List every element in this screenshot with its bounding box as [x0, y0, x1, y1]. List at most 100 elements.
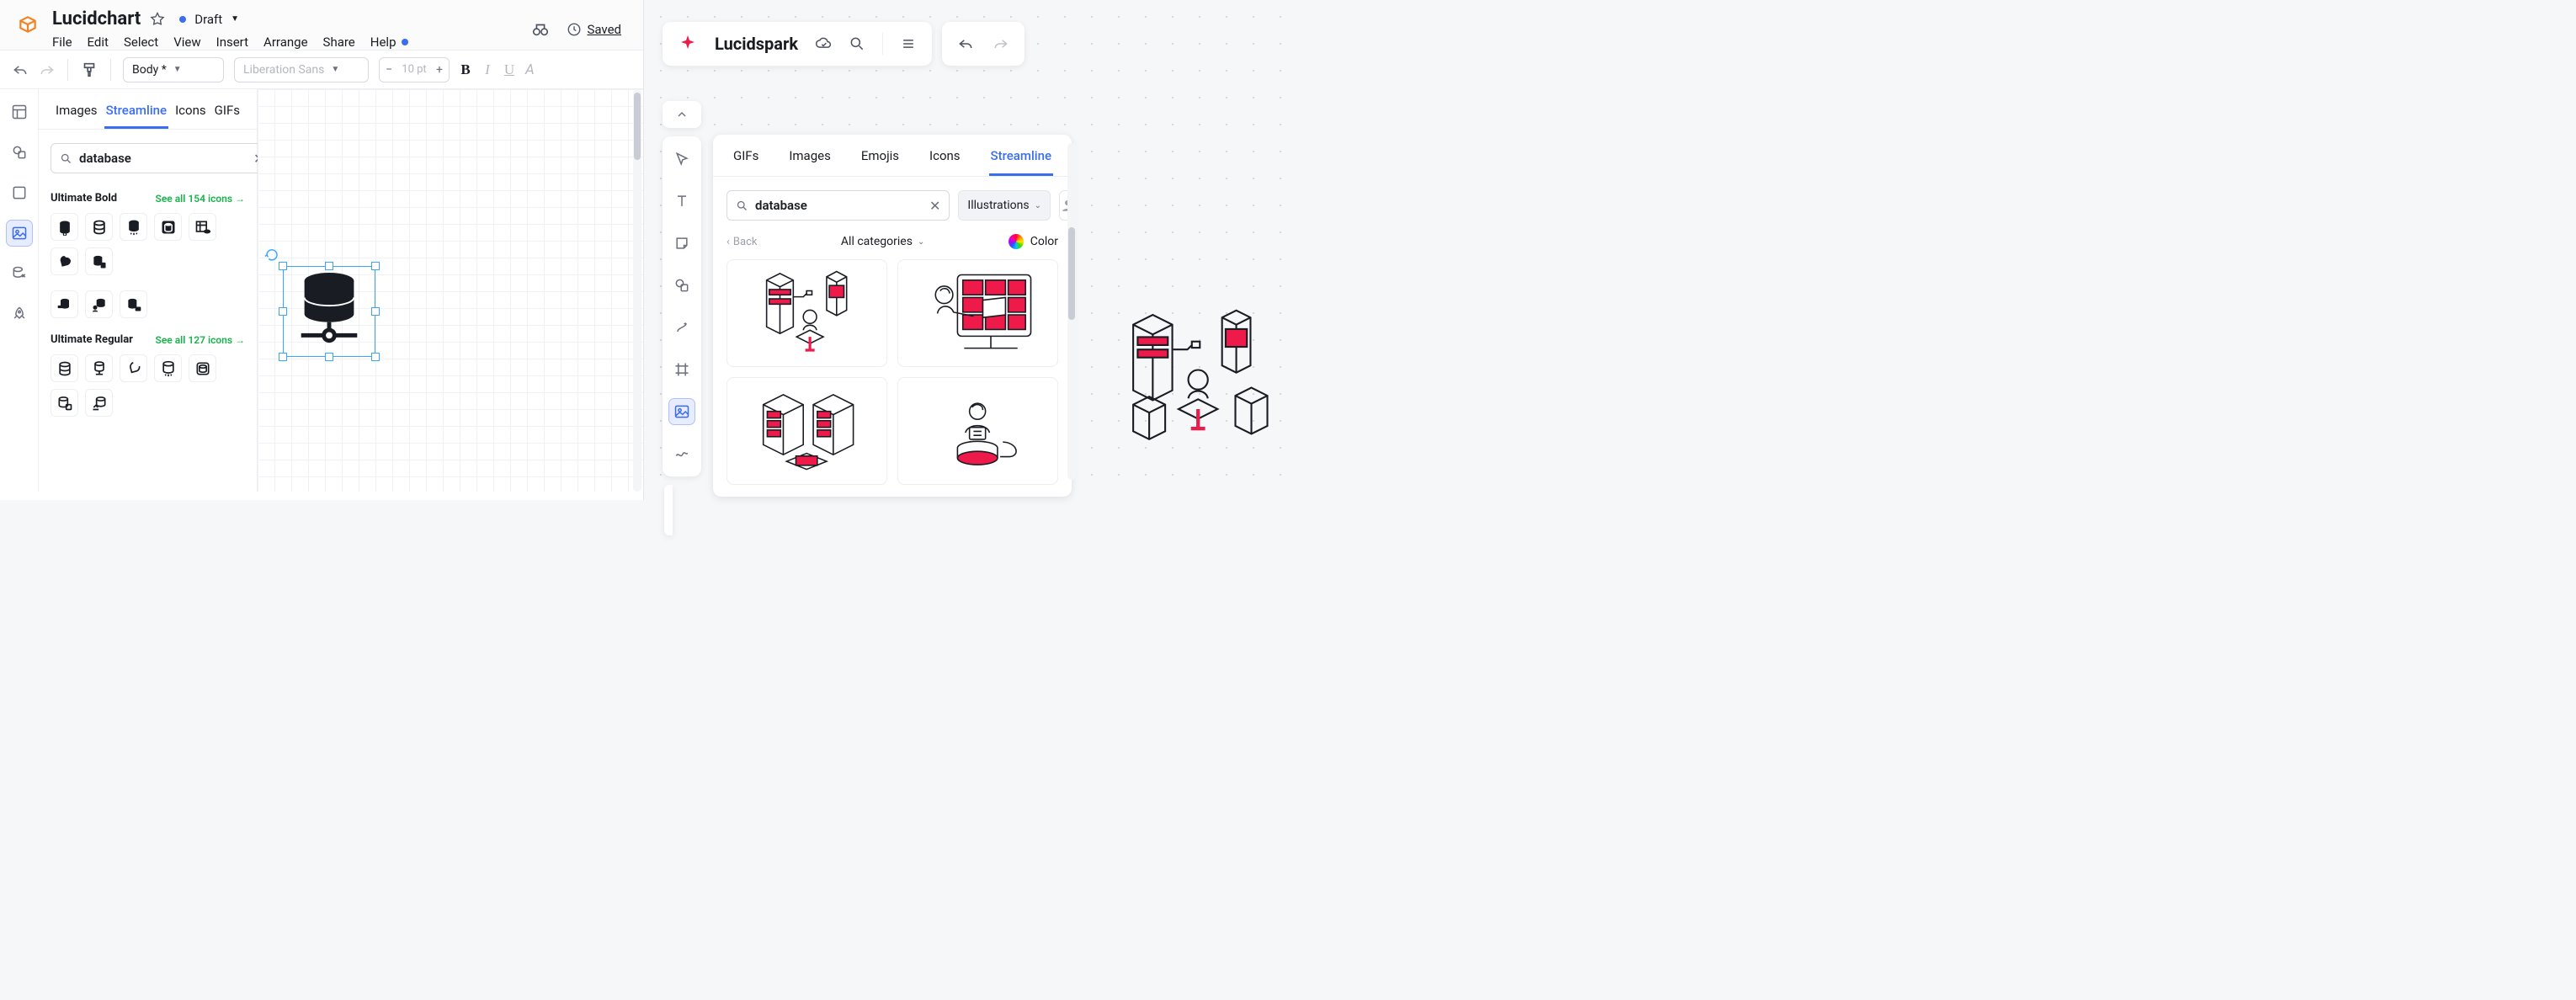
rail-shapes-icon[interactable]	[669, 273, 695, 298]
cloud-sync-icon[interactable]	[815, 35, 832, 52]
format-painter-button[interactable]	[80, 61, 98, 79]
rail-data-icon[interactable]	[7, 261, 32, 286]
canvas-area[interactable]	[258, 89, 643, 492]
resize-handle[interactable]	[371, 353, 380, 361]
rail-images-icon[interactable]	[669, 399, 695, 424]
icon-result[interactable]	[120, 213, 147, 241]
undo-button[interactable]	[957, 35, 974, 52]
icon-result[interactable]	[51, 389, 78, 417]
menu-insert[interactable]: Insert	[216, 35, 248, 50]
favorite-star-icon[interactable]	[149, 11, 166, 28]
italic-button[interactable]: I	[482, 61, 493, 78]
illustration-result[interactable]	[897, 259, 1058, 367]
lucidspark-title[interactable]: Lucidspark	[715, 34, 798, 54]
tab-images[interactable]: Images	[787, 143, 833, 176]
resize-handle[interactable]	[279, 262, 287, 270]
illustration-result[interactable]	[897, 377, 1058, 485]
icon-result[interactable]	[189, 354, 216, 382]
assets-search-input[interactable]	[755, 198, 923, 213]
resize-handle[interactable]	[325, 353, 333, 361]
back-button[interactable]: ‹Back	[726, 236, 757, 248]
icon-result[interactable]	[51, 354, 78, 382]
save-status[interactable]: Saved	[567, 22, 621, 37]
menu-edit[interactable]: Edit	[88, 35, 109, 50]
binoculars-icon[interactable]	[531, 20, 550, 39]
tab-emojis[interactable]: Emojis	[860, 143, 901, 176]
document-title[interactable]: Lucidchart	[52, 8, 141, 29]
rail-freehand-icon[interactable]	[669, 441, 695, 466]
rail-frame-icon[interactable]	[669, 357, 695, 382]
tab-icons[interactable]: Icons	[173, 96, 208, 129]
font-family-dropdown[interactable]: Liberation Sans ▼	[234, 57, 369, 82]
font-color-button[interactable]: A	[525, 61, 535, 78]
icon-result[interactable]	[189, 213, 216, 241]
font-size-increase-button[interactable]: +	[430, 58, 449, 82]
search-icon[interactable]	[849, 35, 865, 52]
icon-result[interactable]	[85, 247, 113, 275]
menu-arrange[interactable]: Arrange	[263, 35, 307, 50]
rail-layout-icon[interactable]	[7, 99, 32, 125]
see-all-bold-link[interactable]: See all 154 icons→	[156, 193, 245, 205]
resize-handle[interactable]	[325, 262, 333, 270]
categories-dropdown[interactable]: All categories⌄	[841, 235, 924, 248]
resize-handle[interactable]	[371, 307, 380, 316]
menu-help[interactable]: Help	[370, 35, 408, 50]
resize-handle[interactable]	[279, 353, 287, 361]
rail-sticky-icon[interactable]	[669, 231, 695, 256]
icon-result[interactable]	[51, 290, 78, 318]
rail-container-icon[interactable]	[7, 180, 32, 205]
illustration-result[interactable]	[726, 377, 887, 485]
database-shape-icon[interactable]	[295, 271, 364, 350]
asset-type-dropdown[interactable]: Illustrations ⌄	[958, 190, 1051, 221]
icon-result[interactable]	[154, 354, 182, 382]
tab-gifs[interactable]: GIFs	[213, 96, 242, 129]
undo-button[interactable]	[12, 61, 29, 78]
illustration-result[interactable]	[726, 259, 887, 367]
tab-streamline[interactable]: Streamline	[104, 96, 168, 129]
resize-handle[interactable]	[371, 262, 380, 270]
icon-result[interactable]	[85, 389, 113, 417]
icon-result[interactable]	[154, 213, 182, 241]
see-all-regular-link[interactable]: See all 127 icons→	[156, 334, 245, 346]
assets-search-input[interactable]	[79, 151, 247, 166]
font-size-input[interactable]	[398, 63, 430, 76]
icon-result[interactable]	[85, 290, 113, 318]
font-size-decrease-button[interactable]: −	[380, 58, 398, 82]
icon-result[interactable]	[120, 354, 147, 382]
rail-images-icon[interactable]	[7, 221, 32, 246]
canvas-placed-illustration[interactable]	[1115, 306, 1275, 449]
rail-rocket-icon[interactable]	[7, 301, 32, 327]
menu-icon[interactable]	[900, 35, 917, 52]
text-style-dropdown[interactable]: Body * ▼	[123, 57, 224, 82]
rotate-handle-icon[interactable]	[264, 247, 279, 263]
tab-streamline[interactable]: Streamline	[989, 143, 1053, 176]
menu-file[interactable]: File	[52, 35, 72, 50]
icon-result[interactable]	[85, 213, 113, 241]
panel-scrollbar[interactable]	[1067, 143, 1076, 480]
collapse-rail-button[interactable]	[663, 101, 701, 128]
document-status[interactable]: Draft	[194, 12, 222, 27]
icon-result[interactable]	[120, 290, 147, 318]
bold-button[interactable]: B	[460, 61, 471, 78]
rail-select-icon[interactable]	[669, 146, 695, 172]
tab-icons[interactable]: Icons	[928, 143, 962, 176]
tab-gifs[interactable]: GIFs	[732, 143, 760, 176]
selected-shape[interactable]	[283, 266, 375, 357]
status-caret-icon[interactable]: ▼	[231, 14, 239, 24]
redo-button[interactable]	[993, 35, 1009, 52]
tab-images[interactable]: Images	[54, 96, 99, 129]
scrollbar-thumb[interactable]	[634, 93, 641, 160]
icon-result[interactable]	[51, 213, 78, 241]
rail-shapes-icon[interactable]	[7, 140, 32, 165]
rail-connector-icon[interactable]	[669, 315, 695, 340]
redo-button[interactable]	[39, 61, 56, 78]
menu-select[interactable]: Select	[124, 35, 158, 50]
menu-view[interactable]: View	[173, 35, 200, 50]
underline-button[interactable]: U	[503, 61, 515, 78]
icon-result[interactable]	[85, 354, 113, 382]
menu-share[interactable]: Share	[323, 35, 355, 50]
scrollbar-thumb[interactable]	[1068, 227, 1075, 320]
icon-result[interactable]	[51, 247, 78, 275]
vertical-scrollbar[interactable]	[633, 89, 641, 492]
resize-handle[interactable]	[279, 307, 287, 316]
